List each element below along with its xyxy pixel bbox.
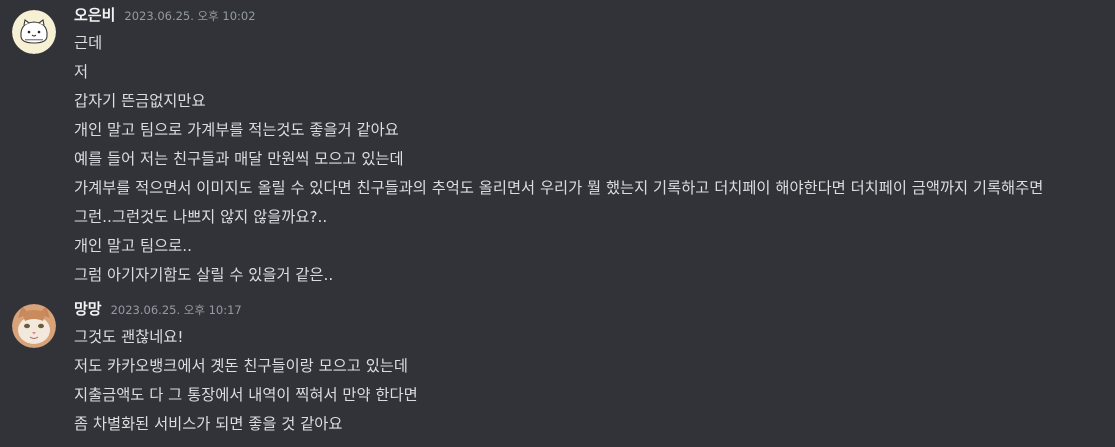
message-line: 그것도 괜찮네요! [74,328,184,346]
user-avatar[interactable] [12,10,56,54]
message-line: 근데 [74,34,103,52]
message-line: 그럼 아기자기함도 살릴 수 있을거 같은.. [74,266,334,284]
message-line: 갑자기 뜬금없지만요 [74,92,206,110]
message-line: 저도 카카오뱅크에서 곗돈 친구들이랑 모으고 있는데 [74,357,408,375]
message-line: 그런..그런것도 나쁘지 않지 않을까요?.. [74,208,328,226]
message-line: 개인 말고 팀으로 가계부를 적는것도 좋을거 같아요 [74,121,399,139]
username[interactable]: 망망 [74,296,102,323]
message-line: 저 [74,63,89,81]
cat-photo-avatar-icon [12,304,56,348]
user-avatar[interactable] [12,304,56,348]
message-line: 가계부를 적으면서 이미지도 올릴 수 있다면 친구들과의 추억도 올리면서 우… [74,179,1044,197]
message-group: 망망 2023.06.25. 오후 10:17 그것도 괜찮네요! 저도 카카오… [0,296,1115,439]
message-header: 망망 2023.06.25. 오후 10:17 [74,296,1115,323]
message-line: 예를 들어 저는 친구들과 매달 만원씩 모으고 있는데 [74,150,404,168]
message-group: 오은비 2023.06.25. 오후 10:02 근데 저 갑자기 뜬금없지만요… [0,2,1115,284]
message-line: 지출금액도 다 그 통장에서 내역이 찍혀서 만약 한다면 [74,386,418,404]
message-header: 오은비 2023.06.25. 오후 10:02 [74,2,1115,29]
timestamp: 2023.06.25. 오후 10:17 [110,303,242,317]
username[interactable]: 오은비 [74,2,115,29]
message-line: 좀 차별화된 서비스가 되면 좋을 것 같아요 [74,415,343,433]
message-line: 개인 말고 팀으로.. [74,237,192,255]
chat-log: 오은비 2023.06.25. 오후 10:02 근데 저 갑자기 뜬금없지만요… [0,0,1115,447]
cartoon-face-avatar-icon [12,10,56,54]
timestamp: 2023.06.25. 오후 10:02 [124,9,256,23]
